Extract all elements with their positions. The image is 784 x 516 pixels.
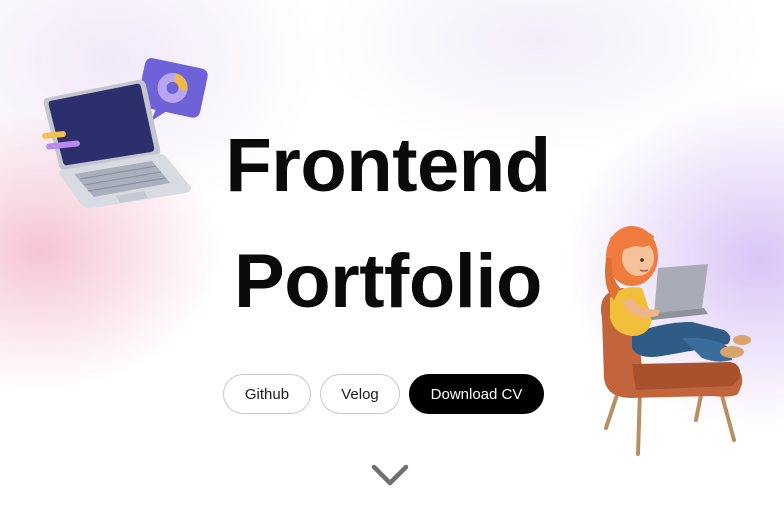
person-with-laptop-illustration: [600, 226, 751, 456]
hero-section: Frontend Portfolio Github Velog Download…: [0, 0, 784, 516]
title-line-frontend: Frontend: [225, 123, 551, 208]
download-cv-button[interactable]: Download CV: [409, 374, 544, 414]
link-buttons-group: Github Velog Download CV: [223, 374, 544, 414]
github-button[interactable]: Github: [223, 374, 311, 414]
chevron-down-icon[interactable]: [370, 462, 410, 490]
velog-button[interactable]: Velog: [320, 374, 400, 414]
